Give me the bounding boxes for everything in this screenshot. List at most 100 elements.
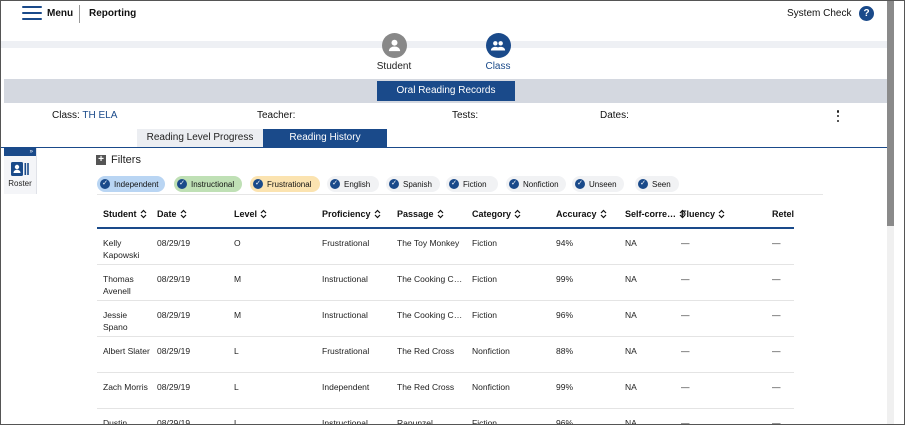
header-divider-strip	[1, 41, 887, 48]
cell-date: 08/29/19	[157, 382, 191, 392]
cell-proficiency: Instructional	[322, 418, 368, 425]
column-header-label: Level	[234, 209, 258, 219]
section-title: Reporting	[89, 8, 137, 19]
table-row[interactable]: Dustin 08/29/19 L Instructional Rapunzel Fict…	[97, 409, 794, 425]
cell-accuracy: 99%	[556, 382, 574, 392]
sort-icon[interactable]	[140, 209, 147, 219]
oral-reading-records-button[interactable]: Oral Reading Records	[377, 81, 515, 101]
system-check-link[interactable]: System Check	[787, 8, 851, 19]
cell-self-correction: NA	[625, 346, 637, 356]
cell-proficiency: Frustrational	[322, 346, 370, 356]
roster-icon	[11, 162, 29, 176]
cell-retell: —	[772, 382, 781, 392]
cell-retell: —	[772, 310, 781, 320]
sort-icon[interactable]	[437, 209, 444, 219]
tab-reading-level-progress[interactable]: Reading Level Progress	[137, 129, 263, 147]
column-header-label: Retel	[772, 209, 795, 219]
column-header-label: Date	[157, 209, 177, 219]
cell-category: Nonfiction	[472, 382, 510, 392]
filter-chip-instructional[interactable]: ✓ Instructional	[174, 176, 242, 192]
cell-student: Kelly Kapowski	[103, 238, 140, 260]
cell-accuracy: 99%	[556, 274, 574, 284]
cell-passage: The Cooking C…	[397, 310, 463, 320]
cell-date: 08/29/19	[157, 310, 191, 320]
person-icon	[381, 33, 407, 58]
class-view-toggle[interactable]: Class	[468, 33, 528, 72]
column-header-accuracy[interactable]: Accuracy	[556, 209, 607, 219]
column-header-passage[interactable]: Passage	[397, 209, 444, 219]
cell-level: O	[234, 238, 241, 248]
column-header-date[interactable]: Date	[157, 209, 187, 219]
sort-icon[interactable]	[600, 209, 607, 219]
cell-level: L	[234, 346, 239, 356]
cell-proficiency: Independent	[322, 382, 370, 392]
help-icon[interactable]: ?	[859, 6, 874, 21]
column-header-level[interactable]: Level	[234, 209, 267, 219]
column-header-label: Proficiency	[322, 209, 371, 219]
column-header-proficiency[interactable]: Proficiency	[322, 209, 381, 219]
cell-retell: —	[772, 346, 781, 356]
hamburger-menu-icon[interactable]	[22, 6, 42, 20]
column-header-student[interactable]: Student	[103, 209, 147, 219]
table-row[interactable]: Zach Morris 08/29/19 L Independent The Red C…	[97, 373, 794, 409]
cell-proficiency: Instructional	[322, 274, 368, 284]
student-view-toggle[interactable]: Student	[364, 33, 424, 72]
filter-chip-nonfiction[interactable]: ✓ Nonfiction	[506, 176, 566, 192]
column-header-category[interactable]: Category	[472, 209, 521, 219]
cell-passage: The Cooking C…	[397, 274, 463, 284]
roster-panel-toggle[interactable]: » Roster	[4, 148, 37, 194]
cell-retell: —	[772, 274, 781, 284]
cell-student: Albert Slater	[103, 346, 150, 356]
sort-icon[interactable]	[374, 209, 381, 219]
class-value: TH ELA	[82, 110, 118, 121]
table-row[interactable]: Thomas Avenell 08/29/19 M Instructional The …	[97, 265, 794, 301]
cell-accuracy: 94%	[556, 238, 574, 248]
column-header-retell[interactable]: Retel	[772, 209, 794, 219]
cell-retell: —	[772, 418, 781, 425]
filter-chip-frustrational[interactable]: ✓ Frustrational	[250, 176, 320, 192]
filter-chip-spanish[interactable]: ✓ Spanish	[386, 176, 440, 192]
column-header-label: Category	[472, 209, 512, 219]
table-row[interactable]: Jessie Spano 08/29/19 M Instructional The Co…	[97, 301, 794, 337]
filter-chip-label: Nonfiction	[523, 179, 559, 189]
filter-chip-seen[interactable]: ✓ Seen	[635, 176, 679, 192]
table-row[interactable]: Kelly Kapowski 08/29/19 O Frustrational The …	[97, 229, 794, 265]
sort-icon[interactable]	[180, 209, 187, 219]
filter-chip-unseen[interactable]: ✓ Unseen	[572, 176, 624, 192]
expand-chevron-icon[interactable]: »	[4, 148, 36, 156]
plus-icon: +	[96, 155, 106, 165]
filter-chip-english[interactable]: ✓ English	[327, 176, 379, 192]
filter-chip-independent[interactable]: ✓ Independent	[97, 176, 165, 192]
filter-chip-label: Frustrational	[267, 179, 312, 189]
cell-category: Fiction	[472, 310, 498, 320]
menu-label[interactable]: Menu	[47, 8, 73, 19]
filter-chip-label: Instructional	[191, 179, 235, 189]
cell-category: Fiction	[472, 238, 498, 248]
sort-icon[interactable]	[260, 209, 267, 219]
column-header-label: Accuracy	[556, 209, 597, 219]
cell-fluency: —	[681, 418, 690, 425]
column-header-self-correction[interactable]: Self-corre…	[625, 209, 686, 219]
column-header-label: Student	[103, 209, 137, 219]
cell-passage: The Toy Monkey	[397, 238, 460, 248]
cell-accuracy: 88%	[556, 346, 574, 356]
cell-date: 08/29/19	[157, 418, 191, 425]
cell-student: Jessie Spano	[103, 310, 128, 332]
scrollbar-thumb[interactable]	[887, 1, 894, 226]
cell-retell: —	[772, 238, 781, 248]
filter-divider	[97, 194, 823, 195]
more-options-icon[interactable]	[835, 110, 841, 122]
column-header-label: Self-corre…	[625, 209, 677, 219]
sort-icon[interactable]	[718, 209, 725, 219]
teacher-label: Teacher:	[257, 110, 296, 121]
tab-reading-history[interactable]: Reading History	[263, 129, 387, 147]
sort-icon[interactable]	[514, 209, 521, 219]
filter-chip-fiction[interactable]: ✓ Fiction	[446, 176, 498, 192]
class-view-label: Class	[485, 61, 511, 72]
cell-date: 08/29/19	[157, 346, 191, 356]
table-row[interactable]: Albert Slater 08/29/19 L Frustrational The R…	[97, 337, 794, 373]
filters-toggle[interactable]: + Filters	[96, 154, 141, 166]
scrollbar-track[interactable]	[887, 226, 894, 424]
dates-label: Dates:	[600, 110, 629, 121]
column-header-fluency[interactable]: Fluency	[681, 209, 725, 219]
